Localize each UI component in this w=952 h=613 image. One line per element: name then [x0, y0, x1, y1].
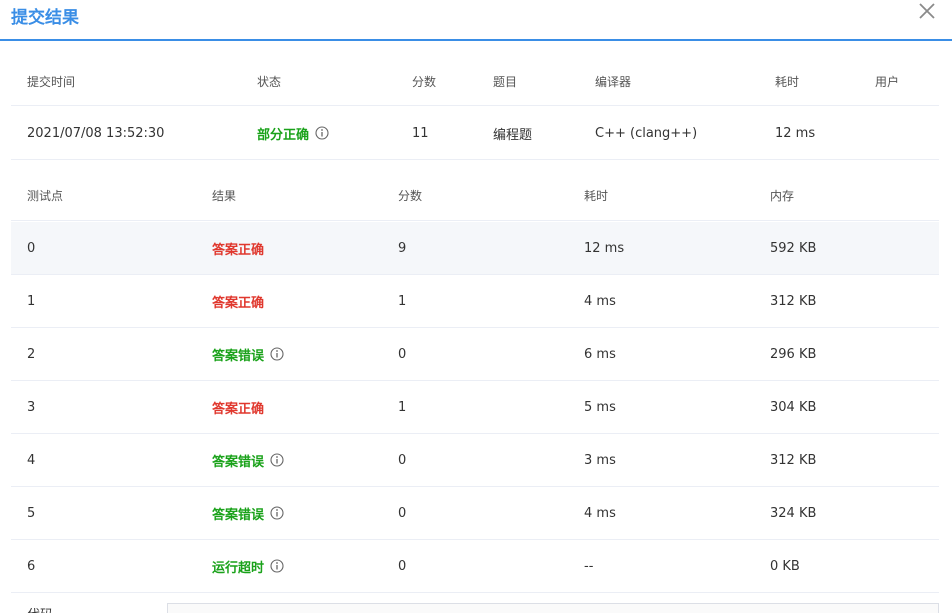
header-score: 分数	[412, 75, 437, 89]
test-score: 0	[398, 505, 407, 521]
test-time: 5 ms	[584, 399, 616, 415]
test-time: 6 ms	[584, 346, 616, 362]
header-status: 状态	[257, 75, 282, 89]
test-result[interactable]: 答案错误	[212, 328, 284, 380]
header-time-cost: 耗时	[775, 75, 800, 89]
test-memory: 0 KB	[770, 558, 800, 574]
test-time: 3 ms	[584, 452, 616, 468]
close-button[interactable]	[918, 2, 936, 20]
test-time: 4 ms	[584, 293, 616, 309]
test-row: 3 答案正确 1 5 ms 304 KB	[11, 381, 939, 434]
test-result-text: 答案正确	[212, 295, 265, 311]
info-icon[interactable]	[270, 347, 284, 361]
test-result: 答案正确	[212, 222, 264, 274]
test-memory: 312 KB	[770, 293, 817, 309]
info-icon[interactable]	[270, 506, 284, 520]
test-result[interactable]: 答案错误	[212, 434, 284, 486]
dialog-header: 提交结果	[0, 0, 952, 41]
header-submit-time: 提交时间	[27, 75, 76, 89]
test-score: 0	[398, 558, 407, 574]
test-result[interactable]: 运行超时	[212, 540, 284, 592]
header-compiler: 编译器	[595, 75, 632, 89]
test-case-id: 5	[27, 505, 36, 521]
test-memory: 592 KB	[770, 240, 817, 256]
header-test-case: 测试点	[27, 188, 64, 203]
test-case-id: 6	[27, 558, 36, 574]
header-memory: 内存	[770, 188, 795, 203]
test-row: 5 答案错误 0 4 ms 324 KB	[11, 487, 939, 540]
test-case-id: 2	[27, 346, 36, 362]
test-score: 9	[398, 240, 407, 256]
test-memory: 324 KB	[770, 505, 817, 521]
test-result: 答案正确	[212, 275, 264, 327]
test-result-text: 答案错误	[212, 348, 265, 364]
test-score: 0	[398, 346, 407, 362]
test-result-text: 答案错误	[212, 507, 265, 523]
compiler-name: C++ (clang++)	[595, 125, 698, 141]
test-memory: 312 KB	[770, 452, 817, 468]
close-icon	[919, 3, 935, 19]
info-icon[interactable]	[270, 453, 284, 467]
summary-table-header: 提交时间 状态 分数 题目 编译器 耗时 用户	[11, 58, 939, 106]
test-memory: 304 KB	[770, 399, 817, 415]
test-memory: 296 KB	[770, 346, 817, 362]
test-row: 2 答案错误 0 6 ms 296 KB	[11, 328, 939, 381]
info-icon[interactable]	[270, 559, 284, 573]
test-case-id: 1	[27, 293, 36, 309]
problem-name: 编程题	[493, 127, 533, 143]
status-text: 部分正确	[257, 127, 310, 143]
test-result-text: 运行超时	[212, 560, 265, 576]
test-case-id: 3	[27, 399, 36, 415]
header-problem: 题目	[493, 75, 518, 89]
test-result-text: 答案正确	[212, 401, 265, 417]
test-case-id: 0	[27, 240, 36, 256]
code-viewer[interactable]	[167, 603, 939, 613]
header-test-time: 耗时	[584, 188, 609, 203]
total-score: 11	[412, 125, 429, 141]
test-score: 0	[398, 452, 407, 468]
test-score: 1	[398, 399, 407, 415]
test-case-id: 4	[27, 452, 36, 468]
test-row: 4 答案错误 0 3 ms 312 KB	[11, 434, 939, 487]
test-row: 1 答案正确 1 4 ms 312 KB	[11, 275, 939, 328]
test-row: 0 答案正确 9 12 ms 592 KB	[11, 222, 939, 275]
test-table-header: 测试点 结果 分数 耗时 内存	[11, 170, 939, 221]
submission-status[interactable]: 部分正确	[257, 107, 329, 159]
time-cost: 12 ms	[775, 125, 816, 141]
test-result[interactable]: 答案错误	[212, 487, 284, 539]
test-result-text: 答案正确	[212, 242, 265, 258]
header-test-score: 分数	[398, 188, 423, 203]
summary-row: 2021/07/08 13:52:30 部分正确 11 编程题 C++ (cla…	[11, 107, 939, 160]
header-user: 用户	[875, 75, 900, 89]
submit-time: 2021/07/08 13:52:30	[27, 125, 165, 141]
test-result-text: 答案错误	[212, 454, 265, 470]
header-result: 结果	[212, 188, 237, 203]
test-time: --	[584, 558, 594, 574]
dialog-title: 提交结果	[11, 8, 79, 28]
test-time: 12 ms	[584, 240, 625, 256]
test-row: 6 运行超时 0 -- 0 KB	[11, 540, 939, 593]
test-result: 答案正确	[212, 381, 264, 433]
info-icon[interactable]	[315, 126, 329, 140]
test-score: 1	[398, 293, 407, 309]
submission-result-dialog: 提交结果 提交时间 状态 分数 题目 编译器 耗时 用户 2021/07/08 …	[0, 0, 952, 613]
test-time: 4 ms	[584, 505, 616, 521]
code-label: 代码	[27, 604, 53, 613]
